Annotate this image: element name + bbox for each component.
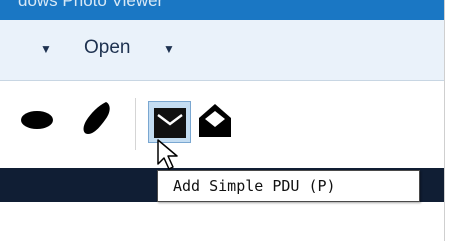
freeform-shape-icon[interactable]	[78, 96, 118, 142]
ellipse-shape-icon[interactable]	[14, 108, 54, 134]
tooltip: Add Simple PDU (P)	[157, 170, 420, 202]
open-menu-button[interactable]: Open	[84, 37, 130, 59]
menu-bar: ▼ Open ▼	[0, 20, 444, 81]
add-simple-pdu-button[interactable]	[148, 101, 191, 143]
open-dropdown-arrow[interactable]: ▼	[163, 42, 175, 56]
mouse-cursor-icon	[157, 139, 178, 170]
add-simple-pdu-icon	[154, 108, 186, 138]
title-bar: dows Photo Viewer	[0, 0, 444, 20]
window-title: dows Photo Viewer	[18, 0, 164, 10]
open-envelope-icon[interactable]	[195, 100, 235, 142]
menu-dropdown-arrow[interactable]: ▼	[40, 42, 52, 56]
application-window: dows Photo Viewer ▼ Open ▼ Add Simple PD…	[0, 0, 445, 241]
workspace-area	[0, 202, 444, 241]
toolbar-separator	[135, 98, 136, 150]
